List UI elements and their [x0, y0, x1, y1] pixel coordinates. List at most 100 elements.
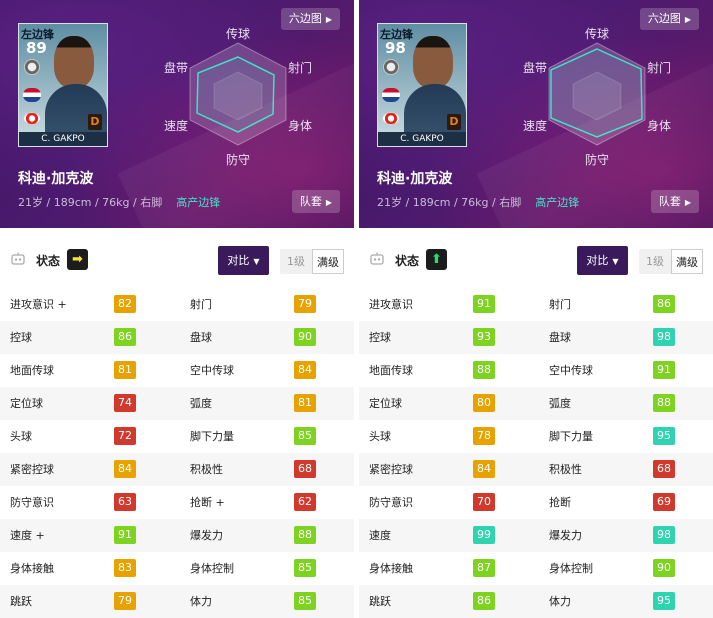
radar-chart: 传球 盘带 射门 速度 身体 防守: [150, 20, 330, 170]
stat-name: 空中传球: [190, 364, 234, 377]
stat-row: 速度 + 91 爆发力 88: [0, 519, 354, 552]
stat-name: 速度 +: [10, 529, 45, 542]
caret-right-icon: ▶: [684, 198, 691, 207]
radar-chart: 传球 盘带 射门 速度 身体 防守: [509, 20, 689, 170]
caret-down-icon: ▼: [253, 257, 260, 266]
radar-label-physical: 身体: [647, 119, 672, 133]
stat-row: 紧密控球 84 积极性 68: [0, 453, 354, 486]
status-bar: 状态 ➡ 对比 ▼ 1级 满级: [0, 228, 354, 288]
level-1-option[interactable]: 1级: [280, 249, 312, 274]
stat-value: 68: [653, 460, 675, 478]
player-card[interactable]: 左边锋 89 D C. GAKPO: [18, 23, 108, 147]
stat-row: 防守意识 63 抢断 + 62: [0, 486, 354, 519]
stat-value: 79: [294, 295, 316, 313]
stats-table: 进攻意识 91 射门 86 控球 93 盘球 98 地面传球 88 空中传球 91 定位球 80 弧度 88 头…: [359, 288, 713, 618]
stat-value: 70: [473, 493, 495, 511]
stat-name: 跳跃: [369, 595, 391, 608]
stat-value: 85: [294, 559, 316, 577]
robot-icon: [11, 252, 25, 265]
hexagon-view-button[interactable]: 六边图 ▶: [280, 8, 340, 30]
compare-button[interactable]: 对比 ▼: [218, 246, 269, 275]
player-card[interactable]: 左边锋 98 D C. GAKPO: [377, 23, 467, 147]
stat-row: 身体接触 87 身体控制 90: [359, 552, 713, 585]
card-overall: 98: [385, 39, 406, 57]
stat-name: 紧密控球: [369, 463, 413, 476]
stat-name: 空中传球: [549, 364, 593, 377]
caret-right-icon: ▶: [325, 15, 332, 24]
stat-value: 91: [473, 295, 495, 313]
stat-name: 抢断: [549, 496, 571, 509]
stat-value: 84: [294, 361, 316, 379]
stat-value: 98: [653, 526, 675, 544]
radar-label-shooting: 射门: [288, 61, 313, 75]
radar-label-dribbling: 盘带: [164, 61, 189, 75]
stat-name: 体力: [549, 595, 571, 608]
stat-row: 紧密控球 84 积极性 68: [359, 453, 713, 486]
player-bio: 21岁 / 189cm / 76kg / 右脚: [377, 196, 522, 209]
stat-row: 进攻意识 91 射门 86: [359, 288, 713, 321]
level-toggle[interactable]: 1级 满级: [280, 249, 344, 274]
stat-value: 81: [114, 361, 136, 379]
stat-value: 81: [294, 394, 316, 412]
stat-name: 头球: [369, 430, 391, 443]
card-overall: 89: [26, 39, 47, 57]
stat-value: 86: [114, 328, 136, 346]
stat-value: 84: [114, 460, 136, 478]
level-max-option[interactable]: 满级: [312, 249, 344, 274]
stat-name: 身体控制: [190, 562, 234, 575]
player-panel-left: 左边锋 89 D C. GAKPO 传球 盘带 射门 速度 身体 防守 六边图 ▶…: [0, 0, 354, 618]
stat-value: 62: [294, 493, 316, 511]
stat-name: 定位球: [10, 397, 43, 410]
stat-value: 90: [294, 328, 316, 346]
stat-name: 身体接触: [369, 562, 413, 575]
player-name: 科迪·加克波: [18, 171, 94, 187]
stat-name: 脚下力量: [549, 430, 593, 443]
stat-row: 头球 72 脚下力量 85: [0, 420, 354, 453]
stat-name: 爆发力: [190, 529, 223, 542]
stat-value: 72: [114, 427, 136, 445]
stat-name: 防守意识: [10, 496, 54, 509]
playstyle-link[interactable]: 高产边锋: [535, 196, 579, 209]
stat-row: 定位球 74 弧度 81: [0, 387, 354, 420]
condition-arrow-icon: ➡: [67, 249, 88, 270]
stat-row: 跳跃 86 体力 95: [359, 585, 713, 618]
stat-value: 85: [294, 592, 316, 610]
stat-value: 98: [653, 328, 675, 346]
stat-value: 86: [653, 295, 675, 313]
hexagon-view-label: 六边图: [288, 12, 322, 25]
stat-name: 抢断 +: [190, 496, 225, 509]
stat-row: 进攻意识 + 82 射门 79: [0, 288, 354, 321]
card-type-icon: [383, 59, 399, 75]
stat-value: 88: [473, 361, 495, 379]
playstyle-link[interactable]: 高产边锋: [176, 196, 220, 209]
stat-row: 地面传球 81 空中传球 84: [0, 354, 354, 387]
kit-button[interactable]: 队套 ▶: [650, 190, 699, 213]
stat-value: 91: [653, 361, 675, 379]
status-bar: 状态 ⬆ 对比 ▼ 1级 满级: [359, 228, 713, 288]
stat-value: 83: [114, 559, 136, 577]
hexagon-view-button[interactable]: 六边图 ▶: [639, 8, 699, 30]
stat-value: 95: [653, 592, 675, 610]
hexagon-view-label: 六边图: [647, 12, 681, 25]
caret-right-icon: ▶: [325, 198, 332, 207]
stats-table: 进攻意识 + 82 射门 79 控球 86 盘球 90 地面传球 81 空中传球 84 定位球 74 弧度 8…: [0, 288, 354, 618]
stat-value: 93: [473, 328, 495, 346]
level-toggle[interactable]: 1级 满级: [639, 249, 703, 274]
card-name: C. GAKPO: [378, 132, 466, 146]
stat-name: 头球: [10, 430, 32, 443]
stat-row: 定位球 80 弧度 88: [359, 387, 713, 420]
stat-name: 脚下力量: [190, 430, 234, 443]
kit-button[interactable]: 队套 ▶: [291, 190, 340, 213]
stat-value: 79: [114, 592, 136, 610]
level-1-option[interactable]: 1级: [639, 249, 671, 274]
stat-name: 弧度: [549, 397, 571, 410]
stat-name: 身体控制: [549, 562, 593, 575]
radar-label-passing: 传球: [585, 27, 610, 41]
stat-name: 射门: [190, 298, 212, 311]
caret-down-icon: ▼: [612, 257, 619, 266]
stat-value: 87: [473, 559, 495, 577]
status-label: 状态: [395, 254, 420, 268]
level-max-option[interactable]: 满级: [671, 249, 703, 274]
stat-row: 地面传球 88 空中传球 91: [359, 354, 713, 387]
compare-button[interactable]: 对比 ▼: [577, 246, 628, 275]
